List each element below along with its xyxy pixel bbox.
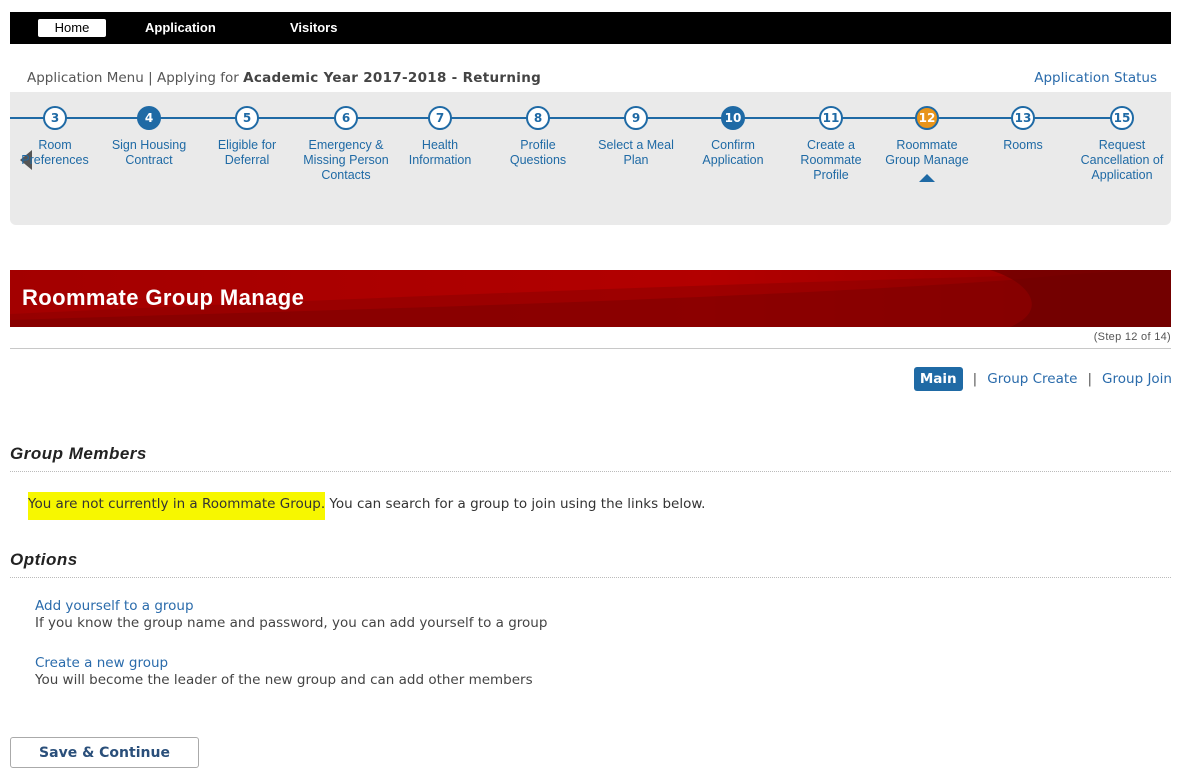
step-label: Eligible for Deferral <box>217 138 277 167</box>
step-label: Health Information <box>408 138 472 167</box>
application-subheader: Application Menu | Applying for Academic… <box>27 69 1157 87</box>
group-members-heading: Group Members <box>10 444 147 463</box>
group-status-message: You are not currently in a Roommate Grou… <box>28 492 706 520</box>
subheader-separator: | <box>148 70 153 86</box>
progress-step[interactable]: 11 Create a Roommate Profile <box>785 106 877 183</box>
step-label: Profile Questions <box>509 138 567 167</box>
progress-step[interactable]: 9 Select a Meal Plan <box>590 106 682 168</box>
progress-step[interactable]: 5 Eligible for Deferral <box>201 106 293 168</box>
tab-group-join[interactable]: Group Join <box>1102 367 1172 391</box>
application-menu-link[interactable]: Application Menu <box>27 70 144 86</box>
step-label: Sign Housing Contract <box>111 138 187 167</box>
step-label: Request Cancellation of Application <box>1080 138 1164 182</box>
status-hint: You can search for a group to join using… <box>325 496 706 512</box>
step-number-badge: 11 <box>819 106 843 130</box>
step-number-badge: 7 <box>428 106 452 130</box>
option-description: If you know the group name and password,… <box>35 615 548 631</box>
page-title: Roommate Group Manage <box>22 285 305 310</box>
option-add-yourself: Add yourself to a group If you know the … <box>35 598 547 632</box>
progress-step[interactable]: 7 Health Information <box>394 106 486 168</box>
applying-for-label: Applying for <box>156 70 239 86</box>
current-step-caret-icon <box>919 174 935 182</box>
step-number-badge: 12 <box>915 106 939 130</box>
step-number-badge: 3 <box>43 106 67 130</box>
progress-step[interactable]: 15 Request Cancellation of Application <box>1076 106 1168 183</box>
academic-year: Academic Year 2017-2018 - Returning <box>243 70 542 86</box>
progress-step[interactable]: 3 Room Preferences <box>9 106 101 168</box>
step-counter: (Step 12 of 14) <box>1093 331 1171 343</box>
step-label: Room Preferences <box>21 138 89 167</box>
progress-step[interactable]: 12 Roommate Group Manage <box>881 106 973 182</box>
step-label: Create a Roommate Profile <box>800 138 862 182</box>
section-divider <box>10 577 1171 578</box>
step-number-badge: 9 <box>624 106 648 130</box>
option-description: You will become the leader of the new gr… <box>35 672 533 688</box>
tab-separator: | <box>1087 371 1093 387</box>
step-label: Select a Meal Plan <box>598 138 674 167</box>
top-nav-bar: Home Application Visitors <box>10 12 1171 44</box>
step-number-badge: 4 <box>137 106 161 130</box>
progress-step[interactable]: 6 Emergency & Missing Person Contacts <box>300 106 392 183</box>
create-group-link[interactable]: Create a new group <box>35 655 533 672</box>
options-heading: Options <box>10 550 78 569</box>
nav-tab-application[interactable]: Application <box>145 19 216 37</box>
step-label: Emergency & Missing Person Contacts <box>303 138 389 182</box>
divider <box>10 348 1171 349</box>
tab-separator: | <box>972 371 978 387</box>
add-yourself-link[interactable]: Add yourself to a group <box>35 598 547 615</box>
section-divider <box>10 471 1171 472</box>
progress-step[interactable]: 10 Confirm Application <box>687 106 779 168</box>
sub-tabs: Main | Group Create | Group Join <box>913 367 1172 391</box>
nav-tab-home[interactable]: Home <box>38 19 106 37</box>
step-label: Confirm Application <box>702 138 764 167</box>
progress-step[interactable]: 13 Rooms <box>977 106 1069 153</box>
highlighted-status: You are not currently in a Roommate Grou… <box>28 492 326 520</box>
step-number-badge: 13 <box>1011 106 1035 130</box>
page-banner: Roommate Group Manage <box>10 270 1171 327</box>
progress-step[interactable]: 4 Sign Housing Contract <box>103 106 195 168</box>
option-create-group: Create a new group You will become the l… <box>35 655 533 689</box>
progress-tracker: 3 Room Preferences 4 Sign Housing Contract 5… <box>10 92 1171 225</box>
step-number-badge: 10 <box>721 106 745 130</box>
save-continue-button[interactable]: Save & Continue <box>10 737 199 768</box>
step-number-badge: 5 <box>235 106 259 130</box>
step-number-badge: 6 <box>334 106 358 130</box>
step-label: Roommate Group Manage <box>885 138 969 167</box>
tab-main[interactable]: Main <box>913 367 963 391</box>
progress-step[interactable]: 8 Profile Questions <box>492 106 584 168</box>
tab-group-create[interactable]: Group Create <box>987 367 1077 391</box>
application-status-link[interactable]: Application Status <box>1034 69 1157 87</box>
nav-tab-visitors[interactable]: Visitors <box>290 19 337 37</box>
step-label: Rooms <box>1003 138 1043 152</box>
step-number-badge: 15 <box>1110 106 1134 130</box>
step-number-badge: 8 <box>526 106 550 130</box>
